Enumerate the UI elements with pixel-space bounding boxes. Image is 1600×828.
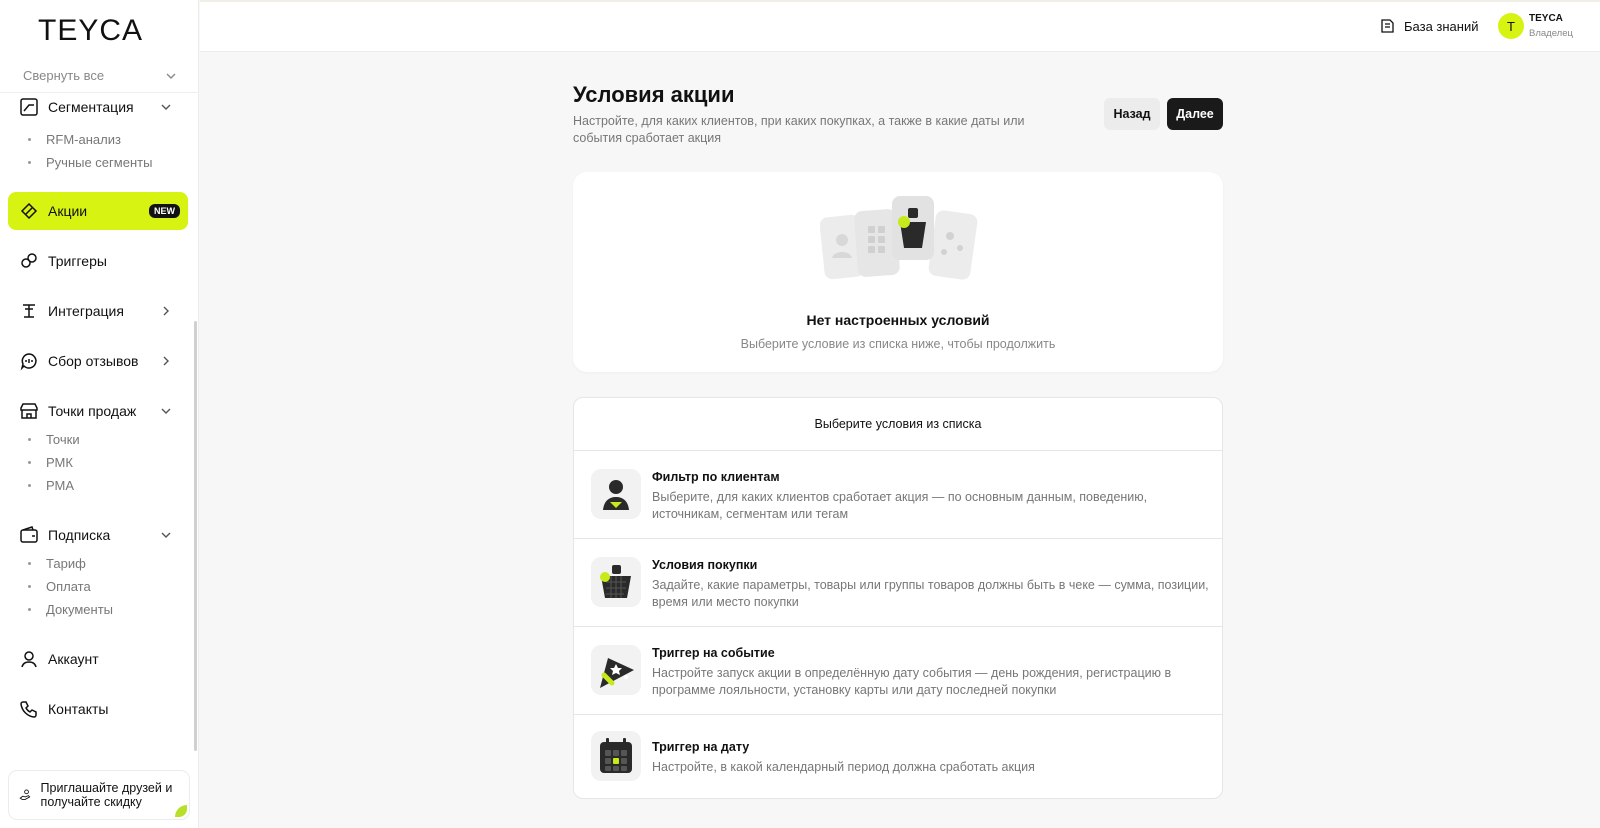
user-icon: [18, 648, 40, 670]
integration-icon: [18, 300, 40, 322]
triggers-icon: [18, 250, 40, 272]
next-button[interactable]: Далее: [1167, 98, 1223, 130]
sidebar-subitem-rma[interactable]: РМА: [28, 478, 74, 493]
promo-icon: [18, 200, 40, 222]
sidebar-item-segmentation[interactable]: Сегментация: [8, 88, 188, 126]
sidebar-item-promotions[interactable]: Акции NEW: [8, 192, 188, 230]
user-role: Владелец: [1529, 28, 1573, 39]
sidebar-item-label: Сбор отзывов: [48, 353, 139, 369]
sidebar-item-contacts[interactable]: Контакты: [8, 690, 188, 728]
sidebar-item-label: Триггеры: [48, 253, 107, 269]
sidebar-item-account[interactable]: Аккаунт: [8, 640, 188, 678]
sidebar-subitem-documents[interactable]: Документы: [28, 602, 113, 617]
sidebar-item-feedback[interactable]: Сбор отзывов: [8, 342, 188, 380]
chevron-down-icon: [161, 532, 171, 538]
sidebar-item-integration[interactable]: Интеграция: [8, 292, 188, 330]
sidebar-subitem-tariff[interactable]: Тариф: [28, 556, 86, 571]
condition-purchase[interactable]: Условия покупки Задайте, какие параметры…: [574, 539, 1222, 627]
page-subtitle: Настройте, для каких клиентов, при каких…: [573, 114, 1025, 145]
empty-state-card: Нет настроенных условий Выберите условие…: [573, 172, 1223, 372]
phone-icon: [18, 698, 40, 720]
sidebar-item-sales-points[interactable]: Точки продаж: [8, 392, 188, 430]
feedback-icon: [18, 350, 40, 372]
sidebar-item-label: Аккаунт: [48, 651, 99, 667]
empty-state-title: Нет настроенных условий: [806, 312, 990, 328]
condition-title: Условия покупки: [652, 558, 758, 572]
empty-state-subtitle: Выберите условие из списка ниже, чтобы п…: [740, 337, 1056, 351]
conditions-list-header: Выберите условия из списка: [574, 398, 1222, 451]
condition-date-trigger[interactable]: Триггер на дату Настройте, в какой кален…: [574, 715, 1222, 797]
handshake-icon: [19, 789, 31, 800]
client-filter-icon: [591, 469, 641, 519]
sidebar-item-label: Сегментация: [48, 99, 134, 115]
chevron-right-icon: [163, 356, 169, 366]
condition-client-filter[interactable]: Фильтр по клиентам Выберите, для каких к…: [574, 451, 1222, 539]
sidebar-subitem-payment[interactable]: Оплата: [28, 579, 91, 594]
condition-description: Настройте, в какой календарный период до…: [652, 760, 1035, 774]
book-icon: [1381, 19, 1394, 33]
condition-title: Триггер на дату: [652, 740, 750, 754]
sidebar-item-label: Точки продаж: [48, 403, 137, 419]
user-name: TEYCA: [1529, 13, 1563, 24]
condition-description: Задайте, какие параметры, товары или гру…: [652, 578, 1209, 609]
basket-icon: [591, 557, 641, 607]
sidebar-nav: Сегментация RFM-анализ Ручные сегменты А…: [0, 92, 199, 760]
knowledge-base-link[interactable]: База знаний: [1380, 18, 1479, 34]
condition-description: Настройте запуск акции в определённую да…: [652, 666, 1172, 697]
chevron-right-icon: [163, 306, 169, 316]
sidebar-subitem-rfm[interactable]: RFM-анализ: [28, 132, 121, 147]
store-icon: [18, 400, 40, 422]
sidebar-scrollbar[interactable]: [194, 321, 197, 751]
sidebar-subitem-rmk[interactable]: РМК: [28, 455, 73, 470]
collapse-all-button[interactable]: Свернуть все: [23, 68, 177, 83]
knowledge-base-label: База знаний: [1404, 18, 1479, 34]
logo: TEYCA: [38, 14, 144, 47]
sidebar-item-subscription[interactable]: Подписка: [8, 516, 188, 554]
invite-friends-button[interactable]: Приглашайте друзей и получайте скидку: [9, 771, 189, 819]
party-popper-icon: [591, 645, 641, 695]
wallet-icon: [18, 524, 40, 546]
collapse-all-label: Свернуть все: [23, 68, 105, 83]
sidebar-item-triggers[interactable]: Триггеры: [8, 242, 188, 280]
sidebar-item-label: Акции: [48, 203, 88, 219]
condition-title: Фильтр по клиентам: [652, 470, 780, 484]
chevron-down-icon: [161, 104, 171, 110]
segment-icon: [18, 96, 40, 118]
condition-event-trigger[interactable]: Триггер на событие Настройте запуск акци…: [574, 627, 1222, 715]
calendar-icon: [591, 731, 641, 781]
invite-label: Приглашайте друзей и получайте скидку: [40, 781, 173, 809]
conditions-illustration: [820, 196, 978, 280]
condition-description: Выберите, для каких клиентов сработает а…: [652, 490, 1148, 521]
avatar[interactable]: T: [1498, 13, 1524, 39]
chevron-down-icon: [166, 73, 176, 79]
sidebar-item-label: Интеграция: [48, 303, 124, 319]
conditions-list: Выберите условия из списка Фильтр по кли…: [573, 397, 1223, 799]
condition-title: Триггер на событие: [652, 646, 775, 660]
new-badge: NEW: [149, 204, 180, 218]
sidebar-item-label: Подписка: [48, 527, 111, 543]
sidebar-subitem-manual-segments[interactable]: Ручные сегменты: [28, 155, 152, 170]
back-button[interactable]: Назад: [1104, 98, 1160, 130]
sidebar-item-label: Контакты: [48, 701, 109, 717]
sidebar: TEYCA Свернуть все Сегментация RFM-анали…: [0, 0, 199, 828]
chevron-down-icon: [161, 408, 171, 414]
sidebar-subitem-points[interactable]: Точки: [28, 432, 80, 447]
page-title: Условия акции: [573, 82, 735, 107]
